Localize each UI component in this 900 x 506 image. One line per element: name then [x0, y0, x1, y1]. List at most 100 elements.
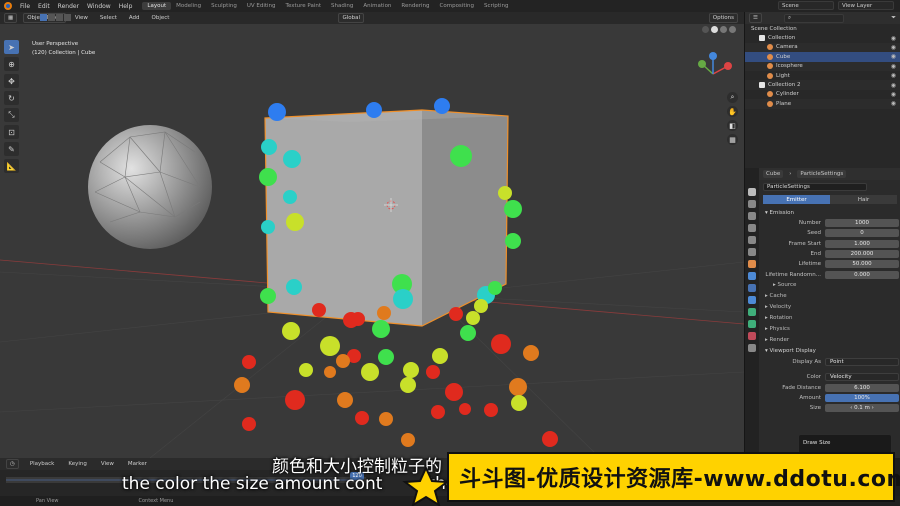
select-mode-icons[interactable]: [40, 14, 71, 21]
render-tab-icon[interactable]: [748, 200, 756, 208]
constraint-tab-icon[interactable]: [748, 308, 756, 316]
shading-mode-icons[interactable]: [702, 26, 736, 33]
pan-hand-icon[interactable]: ✋: [727, 106, 738, 117]
emission-field-value[interactable]: 0.000: [825, 270, 899, 279]
rotate-tool-icon[interactable]: ↻: [4, 91, 19, 105]
viewport-menu-object[interactable]: Object: [149, 14, 173, 22]
display-as-dropdown[interactable]: Point: [825, 357, 899, 366]
emission-panel-header[interactable]: ▾ Emission: [759, 207, 900, 218]
orientation-selector[interactable]: Global: [338, 13, 365, 23]
panel-header-cache[interactable]: ▸ Cache: [759, 291, 900, 302]
outliner-item-cylinder[interactable]: Cylinder ◉: [745, 90, 900, 99]
visibility-eye-icon[interactable]: ◉: [891, 35, 896, 42]
scene-canvas[interactable]: [0, 12, 744, 458]
visibility-eye-icon[interactable]: ◉: [891, 53, 896, 60]
visibility-eye-icon[interactable]: ◉: [891, 91, 896, 98]
workspace-tab-texture-paint[interactable]: Texture Paint: [281, 2, 327, 10]
physics-tab-icon[interactable]: [748, 296, 756, 304]
view-layer-selector[interactable]: View Layer: [838, 1, 894, 10]
tool-tab-icon[interactable]: [748, 188, 756, 196]
outliner-scene-collection[interactable]: Scene Collection: [745, 24, 900, 33]
workspace-tab-modeling[interactable]: Modeling: [171, 2, 206, 10]
outliner-item-collection[interactable]: Collection ◉: [745, 33, 900, 42]
view-layer-tab-icon[interactable]: [748, 224, 756, 232]
object-tab-icon[interactable]: [748, 260, 756, 268]
outliner-panel[interactable]: ☰ ⌕ ⏷ Scene Collection Collection ◉ Camera…: [744, 12, 900, 168]
material-tab-icon[interactable]: [748, 332, 756, 340]
emission-field-value[interactable]: 1.000: [825, 239, 899, 248]
measure-tool-icon[interactable]: 📐: [4, 159, 19, 173]
texture-tab-icon[interactable]: [748, 344, 756, 352]
viewport-menu-select[interactable]: Select: [97, 14, 120, 22]
workspace-tab-rendering[interactable]: Rendering: [396, 2, 434, 10]
panel-header-rotation[interactable]: ▸ Rotation: [759, 313, 900, 324]
hair-type-button[interactable]: Hair: [830, 195, 897, 204]
emitter-type-button[interactable]: Emitter: [763, 195, 830, 204]
amount-slider[interactable]: 100%: [825, 393, 899, 402]
select-box-tool-icon[interactable]: ➤: [4, 40, 19, 54]
emission-field-value[interactable]: 1000: [825, 219, 899, 228]
particle-tab-icon[interactable]: [748, 284, 756, 292]
outliner-item-plane[interactable]: Plane ◉: [745, 99, 900, 109]
modifier-tab-icon[interactable]: [748, 272, 756, 280]
timeline-menu-view[interactable]: View: [98, 460, 117, 468]
timeline-editor-type-button[interactable]: ◷: [6, 459, 19, 469]
blender-logo-icon[interactable]: [4, 2, 12, 10]
data-tab-icon[interactable]: [748, 320, 756, 328]
workspace-tab-scripting[interactable]: Scripting: [479, 2, 513, 10]
outliner-search-input[interactable]: ⌕: [783, 13, 844, 23]
workspace-tab-layout[interactable]: Layout: [142, 2, 172, 10]
options-button[interactable]: Options: [708, 13, 738, 23]
viewport-menu-view[interactable]: View: [72, 14, 91, 22]
workspace-tab-shading[interactable]: Shading: [326, 2, 358, 10]
outliner-item-collection-2[interactable]: Collection 2 ◉: [745, 80, 900, 90]
panel-header-render[interactable]: ▸ Render: [759, 335, 900, 346]
source-subpanel-header[interactable]: ▸ Source: [759, 280, 900, 291]
outliner-item-icosphere[interactable]: Icosphere ◉: [745, 61, 900, 71]
particle-settings-field[interactable]: ParticleSettings: [763, 182, 867, 191]
color-dropdown[interactable]: Velocity: [825, 373, 899, 382]
panel-header-velocity[interactable]: ▸ Velocity: [759, 302, 900, 313]
scene-selector[interactable]: Scene: [778, 1, 834, 10]
menu-help[interactable]: Help: [115, 3, 137, 10]
zoom-icon[interactable]: ⌕: [727, 92, 738, 103]
3d-viewport[interactable]: ▦ Object Mode View Select Add Object Glo…: [0, 12, 744, 458]
menu-window[interactable]: Window: [83, 3, 115, 10]
outliner-editor-type-button[interactable]: ☰: [749, 13, 762, 23]
fade-distance-field[interactable]: 6.100: [825, 383, 899, 392]
viewport-menu-add[interactable]: Add: [126, 14, 143, 22]
perspective-toggle-icon[interactable]: ▦: [727, 134, 738, 145]
world-tab-icon[interactable]: [748, 248, 756, 256]
timeline-menu-marker[interactable]: Marker: [125, 460, 150, 468]
outliner-item-light[interactable]: Light ◉: [745, 71, 900, 80]
emission-field-value[interactable]: 200.000: [825, 250, 899, 259]
camera-view-icon[interactable]: ◧: [727, 120, 738, 131]
size-field[interactable]: ‹ 0.1 m ›: [825, 404, 899, 413]
cursor-tool-icon[interactable]: ⊕: [4, 57, 19, 71]
outliner-item-camera[interactable]: Camera ◉: [745, 42, 900, 53]
scene-tab-icon[interactable]: [748, 236, 756, 244]
viewport-display-panel-header[interactable]: ▾ Viewport Display: [759, 346, 900, 357]
filter-icon[interactable]: ⏷: [891, 14, 896, 22]
visibility-eye-icon[interactable]: ◉: [891, 72, 896, 79]
timeline-menu-playback[interactable]: Playback: [27, 460, 58, 468]
menu-edit[interactable]: Edit: [34, 3, 54, 10]
workspace-tab-compositing[interactable]: Compositing: [435, 2, 479, 10]
outliner-item-cube[interactable]: Cube ◉: [745, 52, 900, 62]
workspace-tab-uv-editing[interactable]: UV Editing: [242, 2, 281, 10]
scale-tool-icon[interactable]: ⤡: [4, 108, 19, 122]
workspace-tab-sculpting[interactable]: Sculpting: [206, 2, 242, 10]
output-tab-icon[interactable]: [748, 212, 756, 220]
breadcrumb-object[interactable]: Cube: [763, 170, 784, 178]
timeline-menu-keying[interactable]: Keying: [65, 460, 89, 468]
visibility-eye-icon[interactable]: ◉: [891, 82, 896, 89]
editor-type-button[interactable]: ▦: [4, 13, 18, 23]
breadcrumb-particle-settings[interactable]: ParticleSettings: [797, 170, 847, 178]
annotate-tool-icon[interactable]: ✎: [4, 142, 19, 156]
menu-file[interactable]: File: [16, 3, 34, 10]
emission-field-value[interactable]: 0: [825, 229, 899, 238]
menu-render[interactable]: Render: [54, 3, 83, 10]
move-tool-icon[interactable]: ✥: [4, 74, 19, 88]
emission-field-value[interactable]: 50.000: [825, 260, 899, 269]
panel-header-physics[interactable]: ▸ Physics: [759, 324, 900, 335]
